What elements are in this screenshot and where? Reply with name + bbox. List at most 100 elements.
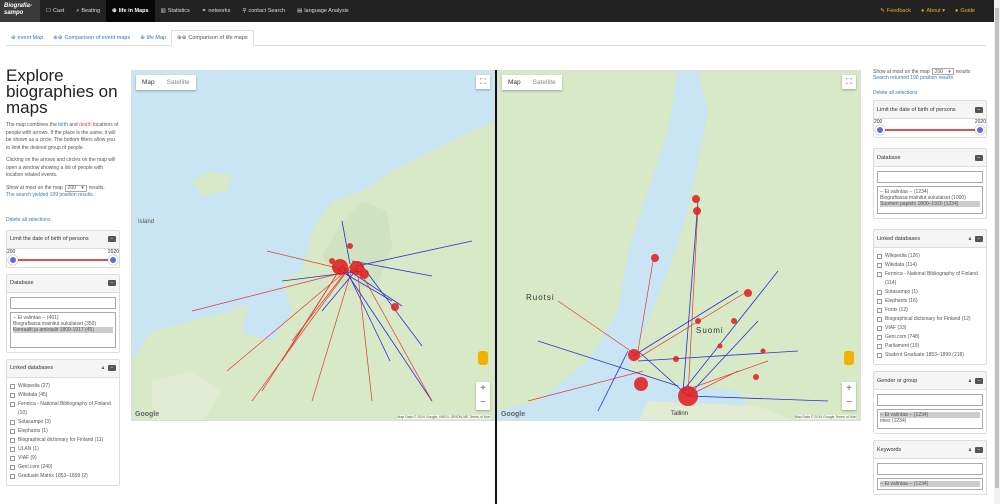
zoom-in-button[interactable]: + [476, 382, 490, 396]
map-canvas[interactable] [132, 71, 495, 421]
checkbox[interactable] [877, 263, 882, 268]
collapse-button[interactable]: − [108, 280, 116, 286]
checkbox-row[interactable]: Student Graduate 1853–1899 (218) [877, 351, 983, 360]
slider-min-handle[interactable] [8, 254, 18, 265]
checkbox[interactable] [10, 392, 15, 398]
checkbox[interactable] [877, 353, 882, 358]
map-type-map-button[interactable]: Map [136, 75, 161, 90]
nav-item-beating[interactable]: ⌕ Beating [70, 0, 106, 22]
checkbox-row[interactable]: Parliament (19) [877, 342, 983, 351]
result-limit-select[interactable]: 200 ▾ [931, 68, 954, 75]
database-search-input[interactable] [10, 296, 116, 309]
map-type-satellite-button[interactable]: Satellite [161, 75, 196, 90]
map-type-map-button[interactable]: Map [502, 75, 527, 90]
database-listbox[interactable]: -- Ei valintaa -- (461) Biografiassa main… [10, 311, 116, 348]
slider-track[interactable] [878, 129, 982, 131]
nav-right-item[interactable]: ✎ Feedback [875, 0, 916, 22]
checkbox-row[interactable]: Wikidata (114) [877, 261, 983, 270]
delete-selections-link[interactable]: Delete all selections [6, 217, 120, 224]
checkbox[interactable] [877, 272, 882, 277]
checkbox-row[interactable]: Biographical dictionary for Finland (11) [10, 436, 116, 445]
zoom-out-button[interactable]: − [476, 396, 490, 410]
checkbox[interactable] [877, 326, 882, 331]
collapse-button[interactable]: − [975, 377, 983, 384]
checkbox-row[interactable]: VIAF (9) [10, 454, 116, 463]
checkbox[interactable] [877, 299, 882, 304]
nav-item-networks[interactable]: ⚭ networks [196, 0, 237, 22]
collapse-button[interactable]: − [108, 236, 116, 242]
nav-right-item[interactable]: ● About ▾ [916, 0, 950, 22]
checkbox-row[interactable]: Wikipedia (27) [10, 382, 116, 391]
map-type-satellite-button[interactable]: Satellite [527, 75, 562, 90]
collapse-button[interactable]: − [975, 446, 983, 453]
checkbox-row[interactable]: Biographical dictionary for Finland (12) [877, 315, 983, 324]
life-map-right[interactable]: Ruotsi Suomi Tallinn Map Satellite ⛶ + − G… [497, 70, 861, 421]
zoom-out-button[interactable]: − [842, 396, 856, 410]
brand-logo[interactable]: Biografia-sampo [0, 0, 40, 22]
nav-item-contact-search[interactable]: ⚲ contact Search [236, 0, 291, 22]
checkbox[interactable] [10, 401, 15, 407]
list-option[interactable]: Kenraalit ja amiraalit 1809-1917 (45) [13, 326, 113, 333]
scrollbar-thumb[interactable] [995, 8, 999, 488]
checkbox-row[interactable]: Graduate Matrix 1853–1899 (2) [10, 472, 116, 481]
tab-0[interactable]: ⊕ event Map [6, 30, 48, 45]
checkbox[interactable] [877, 308, 882, 313]
street-view-pegman-icon[interactable] [844, 351, 854, 365]
checkbox-row[interactable]: VIAF (33) [877, 324, 983, 333]
collapse-button[interactable]: − [975, 154, 983, 161]
nav-item-life-in-maps[interactable]: ⊕ life in Maps [106, 0, 155, 22]
checkbox[interactable] [10, 455, 15, 461]
checkbox[interactable] [10, 446, 15, 452]
slider-max-handle[interactable] [975, 125, 985, 135]
database-search-input[interactable] [877, 171, 983, 183]
checkbox[interactable] [10, 473, 15, 479]
google-logo[interactable]: Google [501, 411, 525, 418]
checkbox-row[interactable]: Elephants (1) [10, 427, 116, 436]
zoom-in-button[interactable]: + [842, 382, 856, 396]
list-option[interactable]: -- Ei valintaa -- (1234) [880, 481, 980, 487]
checkbox-row[interactable]: Geni.com (748) [877, 333, 983, 342]
lock-icon[interactable]: 🔒︎ [967, 236, 973, 242]
nav-item-statistics[interactable]: ▥ Statistics [155, 0, 196, 22]
google-logo[interactable]: Google [135, 411, 159, 418]
nav-item-language-analysis[interactable]: ▤ language Analysis [291, 0, 355, 22]
delete-selections-link[interactable]: Delete all selections [873, 90, 987, 97]
lock-icon[interactable]: 🔒︎ [967, 447, 973, 453]
list-option[interactable]: mies (1234) [880, 418, 980, 424]
checkbox[interactable] [877, 335, 882, 340]
checkbox[interactable] [10, 464, 15, 470]
checkbox[interactable] [877, 317, 882, 322]
lock-icon[interactable]: 🔒︎ [967, 378, 973, 384]
result-limit-select[interactable]: 200 ▾ [64, 184, 87, 192]
fullscreen-icon[interactable]: ⛶ [476, 75, 490, 89]
checkbox-row[interactable]: Wikipedia (126) [877, 252, 983, 261]
page-scrollbar[interactable] [994, 0, 1000, 504]
map-attribution[interactable]: Map Data © 2019 Google, INEGI, ORION-ME … [397, 415, 490, 419]
list-option[interactable]: Suomen papisto 1800–1920 (1234) [880, 201, 980, 207]
checkbox-row[interactable]: Fennica - National Bibliography of Finla… [877, 270, 983, 288]
checkbox[interactable] [10, 419, 15, 425]
tab-1[interactable]: ⊕⊕ Comparison of event maps [48, 30, 135, 45]
checkbox-row[interactable]: Fennica - National Bibliography of Finla… [10, 400, 116, 418]
collapse-button[interactable]: − [975, 106, 983, 113]
keywords-search-input[interactable] [877, 463, 983, 475]
gender-search-input[interactable] [877, 394, 983, 406]
map-attribution[interactable]: Map Data © 2019 Google Terms of Use [794, 415, 856, 419]
street-view-pegman-icon[interactable] [478, 351, 488, 365]
keywords-listbox[interactable]: -- Ei valintaa -- (1234) [877, 478, 983, 490]
gender-listbox[interactable]: -- Ei valintaa -- (1234) mies (1234) [877, 409, 983, 429]
slider-min-handle[interactable] [875, 125, 885, 135]
checkbox[interactable] [877, 254, 882, 259]
checkbox[interactable] [877, 344, 882, 349]
collapse-button[interactable]: − [975, 235, 983, 242]
slider-max-handle[interactable] [108, 254, 118, 265]
checkbox-row[interactable]: Sotasampo (3) [10, 418, 116, 427]
checkbox[interactable] [877, 290, 882, 295]
checkbox-row[interactable]: Elephants (16) [877, 297, 983, 306]
checkbox-row[interactable]: Wikidata (45) [10, 391, 116, 400]
fullscreen-icon[interactable]: ⛶ [842, 75, 856, 89]
checkbox[interactable] [10, 383, 15, 389]
life-map-left[interactable]: Island Map Satellite ⛶ + − Google Map Data… [131, 70, 495, 421]
checkbox-row[interactable]: Fonts (12) [877, 306, 983, 315]
checkbox-row[interactable]: Geni.com (240) [10, 463, 116, 472]
